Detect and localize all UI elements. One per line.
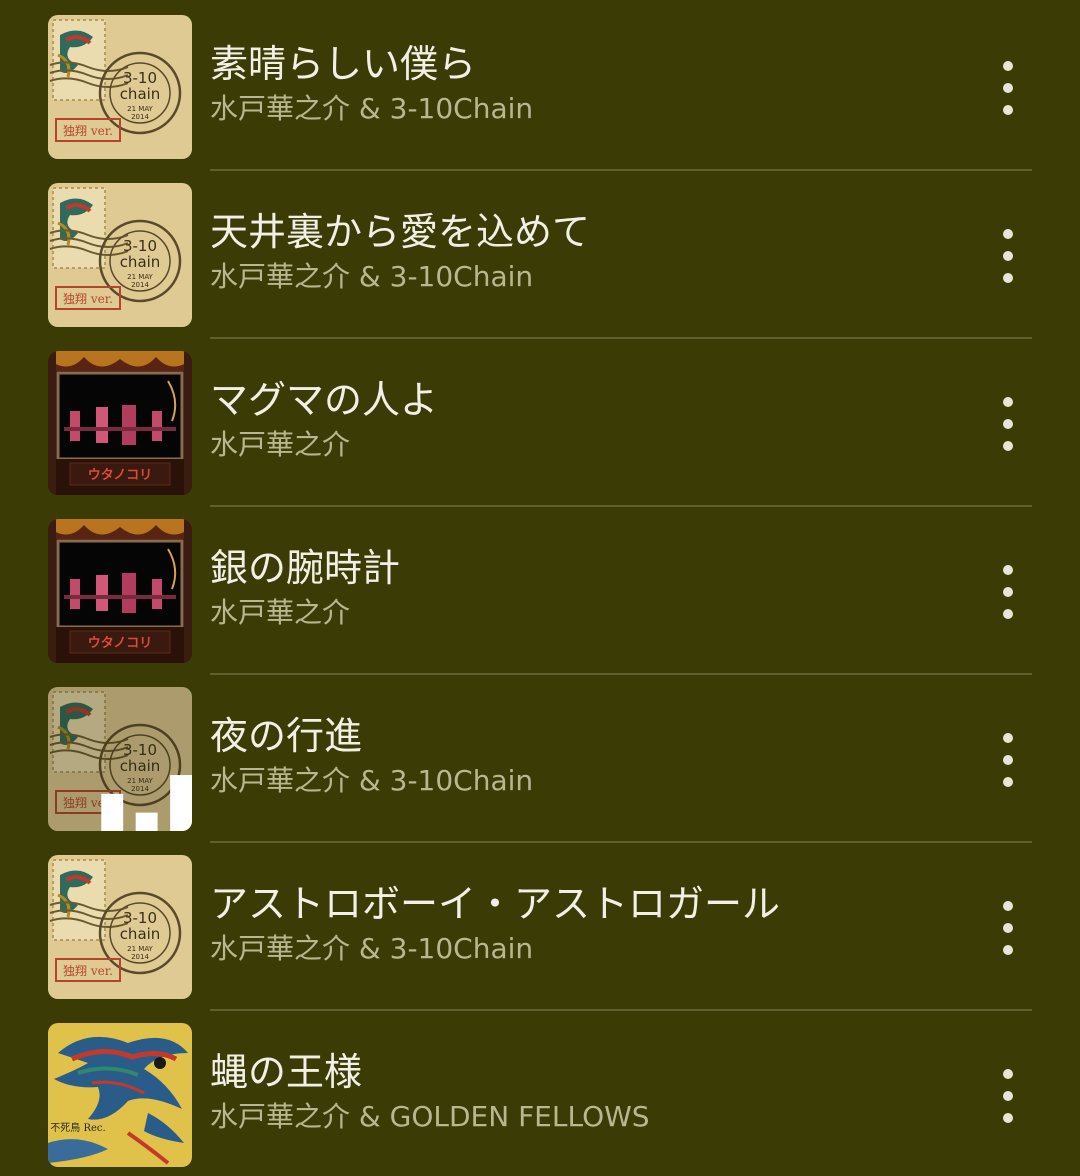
svg-text:2014: 2014 [131,281,149,289]
song-title: マグマの人よ [210,378,439,422]
more-options-button[interactable] [984,386,1032,462]
more-vertical-icon [1003,1069,1013,1123]
svg-text:ウタノコリ: ウタノコリ [88,468,153,483]
svg-text:独翔 ver.: 独翔 ver. [63,964,113,978]
song-title: 天井裏から愛を込めて [210,210,591,254]
song-title: アストロボーイ・アストロガール [210,882,781,926]
svg-text:ウタノコリ: ウタノコリ [88,636,153,651]
svg-text:chain: chain [120,253,161,271]
svg-text:不死鳥 Rec.: 不死鳥 Rec. [50,1121,105,1134]
song-row[interactable]: 3-10 chain 21 MAY 2014 独翔 ver. 天井裏から愛を込め… [0,168,1080,339]
svg-text:独翔 ver.: 独翔 ver. [63,292,113,306]
more-vertical-icon [1003,733,1013,787]
more-vertical-icon [1003,565,1013,619]
svg-text:chain: chain [120,85,161,103]
song-artist: 水戸華之介 & 3-10Chain [210,764,534,797]
album-art-stage: ウタノコリ [48,351,192,495]
song-title: 夜の行進 [210,714,363,758]
svg-text:21 MAY: 21 MAY [127,105,153,113]
more-vertical-icon [1003,61,1013,115]
more-vertical-icon [1003,397,1013,451]
song-artist: 水戸華之介 [210,596,351,629]
song-artist: 水戸華之介 [210,428,351,461]
svg-text:21 MAY: 21 MAY [127,945,153,953]
more-options-button[interactable] [984,722,1032,798]
album-art-phoenix: 不死鳥 Rec. [48,1023,192,1167]
more-options-button[interactable] [984,554,1032,630]
song-row[interactable]: 3-10 chain 21 MAY 2014 独翔 ver. 素晴らしい僕ら 水… [0,0,1080,171]
svg-text:2014: 2014 [131,113,149,121]
equalizer-bars-icon [101,775,192,831]
album-art-stamp: 3-10 chain 21 MAY 2014 独翔 ver. [48,15,192,159]
svg-text:2014: 2014 [131,953,149,961]
song-artist: 水戸華之介 & GOLDEN FELLOWS [210,1100,650,1133]
more-options-button[interactable] [984,1058,1032,1134]
more-options-button[interactable] [984,50,1032,126]
album-art-stage: ウタノコリ [48,519,192,663]
more-options-button[interactable] [984,890,1032,966]
song-title: 素晴らしい僕ら [210,42,477,86]
song-row[interactable]: ウタノコリ 銀の腕時計 水戸華之介 [0,504,1080,675]
more-vertical-icon [1003,901,1013,955]
song-row[interactable]: 不死鳥 Rec. 蝿の王様 水戸華之介 & GOLDEN FELLOWS [0,1008,1080,1176]
song-title: 蝿の王様 [210,1050,363,1094]
svg-text:chain: chain [120,925,161,943]
more-options-button[interactable] [984,218,1032,294]
album-art-stamp: 3-10 chain 21 MAY 2014 独翔 ver. [48,183,192,327]
album-art-stamp: 3-10 chain 21 MAY 2014 独翔 ver. [48,855,192,999]
song-row[interactable]: 3-10 chain 21 MAY 2014 独翔 ver. アストロボーイ・ア… [0,840,1080,1011]
song-artist: 水戸華之介 & 3-10Chain [210,932,534,965]
song-row[interactable]: ウタノコリ マグマの人よ 水戸華之介 [0,336,1080,507]
album-art-stamp: 3-10 chain 21 MAY 2014 独翔 ver. [48,687,192,831]
song-title: 銀の腕時計 [210,546,401,590]
song-row-now-playing[interactable]: 3-10 chain 21 MAY 2014 独翔 ver. 夜の行進 水戸華之… [0,672,1080,843]
song-artist: 水戸華之介 & 3-10Chain [210,92,534,125]
svg-text:独翔 ver.: 独翔 ver. [63,124,113,138]
song-list: 3-10 chain 21 MAY 2014 独翔 ver. 素晴らしい僕ら 水… [0,0,1080,1167]
svg-text:21 MAY: 21 MAY [127,273,153,281]
more-vertical-icon [1003,229,1013,283]
song-artist: 水戸華之介 & 3-10Chain [210,260,534,293]
